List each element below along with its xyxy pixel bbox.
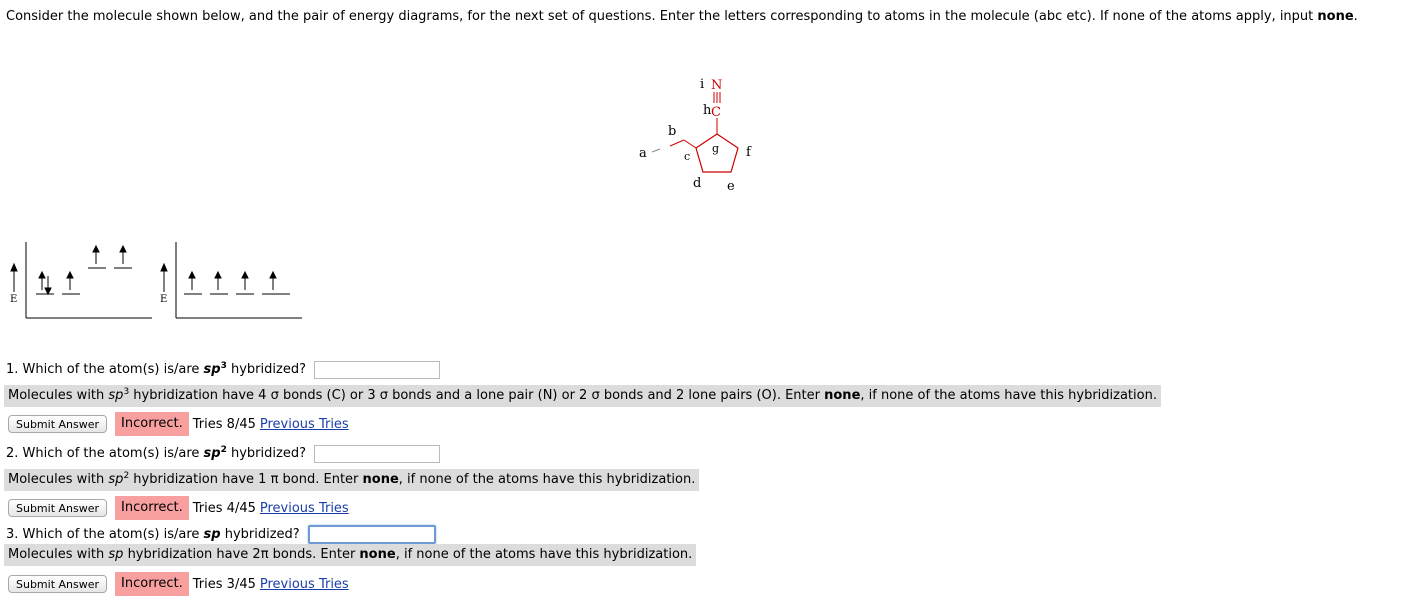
status-row-2: Submit Answer Incorrect. Tries 4/45 Prev… (8, 496, 349, 520)
question-2-suffix: hybridized? (226, 446, 306, 461)
submit-answer-button-2[interactable]: Submit Answer (8, 499, 108, 517)
energy-axis-label-2: E (160, 294, 167, 305)
answer-input-1[interactable] (314, 360, 441, 379)
previous-tries-link-3[interactable]: Previous Tries (260, 577, 349, 592)
hint-3-bold: none (359, 547, 396, 562)
tries-count-3: Tries 3/45 (192, 576, 256, 592)
tries-count-2: Tries 4/45 (192, 500, 256, 516)
atom-label-d: d (693, 176, 701, 191)
energy-axis-label-1: E (10, 294, 17, 305)
hint-1-mid: hybridization have 4 σ bonds (C) or 3 σ … (129, 388, 825, 403)
atom-symbol-C: C (711, 105, 721, 120)
atom-label-b: b (668, 124, 676, 139)
hint-3-pre: Molecules with (8, 547, 109, 562)
question-2-prefix: 2. Which of the atom(s) is/are (6, 446, 204, 461)
energy-diagrams: E E (10, 242, 302, 319)
previous-tries-link-1[interactable]: Previous Tries (260, 417, 349, 432)
hint-1-post: , if none of the atoms have this hybridi… (860, 388, 1157, 403)
question-1-suffix: hybridized? (226, 362, 306, 377)
submit-answer-button-1[interactable]: Submit Answer (8, 415, 108, 433)
hint-1-bold: none (824, 388, 861, 403)
atom-label-g: g (712, 142, 719, 155)
status-row-1: Submit Answer Incorrect. Tries 8/45 Prev… (8, 412, 349, 436)
question-2: 2. Which of the atom(s) is/are sp2 hybri… (6, 444, 441, 464)
hint-1-hyb: sp (108, 388, 124, 403)
hint-1: Molecules with sp3 hybridization have 4 … (4, 385, 1161, 407)
atom-label-e: e (727, 179, 735, 194)
atom-label-c: c (684, 150, 690, 163)
molecule-diagram: i N h C b a c g f d e (639, 77, 752, 194)
question-1: 1. Which of the atom(s) is/are sp3 hybri… (6, 360, 441, 380)
question-3-prefix: 3. Which of the atom(s) is/are (6, 527, 204, 542)
instructions-end: . (1353, 9, 1358, 24)
question-3: 3. Which of the atom(s) is/are sp hybrid… (6, 525, 436, 545)
answer-input-2[interactable] (314, 444, 441, 463)
question-3-hyb: sp (203, 527, 221, 542)
hint-3-mid: hybridization have 2π bonds. Enter (123, 547, 360, 562)
status-row-3: Submit Answer Incorrect. Tries 3/45 Prev… (8, 572, 349, 596)
instructions-none-keyword: none (1317, 9, 1354, 24)
question-1-hyb: sp (203, 362, 221, 377)
question-3-suffix: hybridized? (220, 527, 300, 542)
hint-2-mid: hybridization have 1 π bond. Enter (129, 472, 363, 487)
question-1-prefix: 1. Which of the atom(s) is/are (6, 362, 204, 377)
hint-3-hyb: sp (108, 547, 124, 562)
hint-3: Molecules with sp hybridization have 2π … (4, 544, 697, 566)
incorrect-badge-2: Incorrect. (115, 496, 189, 520)
hint-2-bold: none (362, 472, 399, 487)
hint-2-pre: Molecules with (8, 472, 109, 487)
question-2-hyb: sp (203, 446, 221, 461)
hint-2: Molecules with sp2 hybridization have 1 … (4, 469, 700, 491)
hint-2-hyb: sp (108, 472, 124, 487)
instructions-text: Consider the molecule shown below, and t… (6, 8, 1386, 25)
hint-3-post: , if none of the atoms have this hybridi… (395, 547, 693, 562)
atom-label-f: f (746, 145, 752, 160)
atom-label-i: i (700, 77, 704, 92)
submit-answer-button-3[interactable]: Submit Answer (8, 575, 108, 593)
atom-symbol-N: N (711, 78, 722, 93)
instructions-body: Consider the molecule shown below, and t… (6, 9, 1314, 24)
incorrect-badge-3: Incorrect. (115, 572, 189, 596)
hint-2-post: , if none of the atoms have this hybridi… (398, 472, 696, 487)
previous-tries-link-2[interactable]: Previous Tries (260, 501, 349, 516)
hint-1-pre: Molecules with (8, 388, 109, 403)
answer-input-3[interactable] (307, 525, 436, 544)
tries-count-1: Tries 8/45 (192, 416, 256, 432)
atom-label-a: a (639, 146, 647, 161)
incorrect-badge-1: Incorrect. (115, 412, 189, 436)
